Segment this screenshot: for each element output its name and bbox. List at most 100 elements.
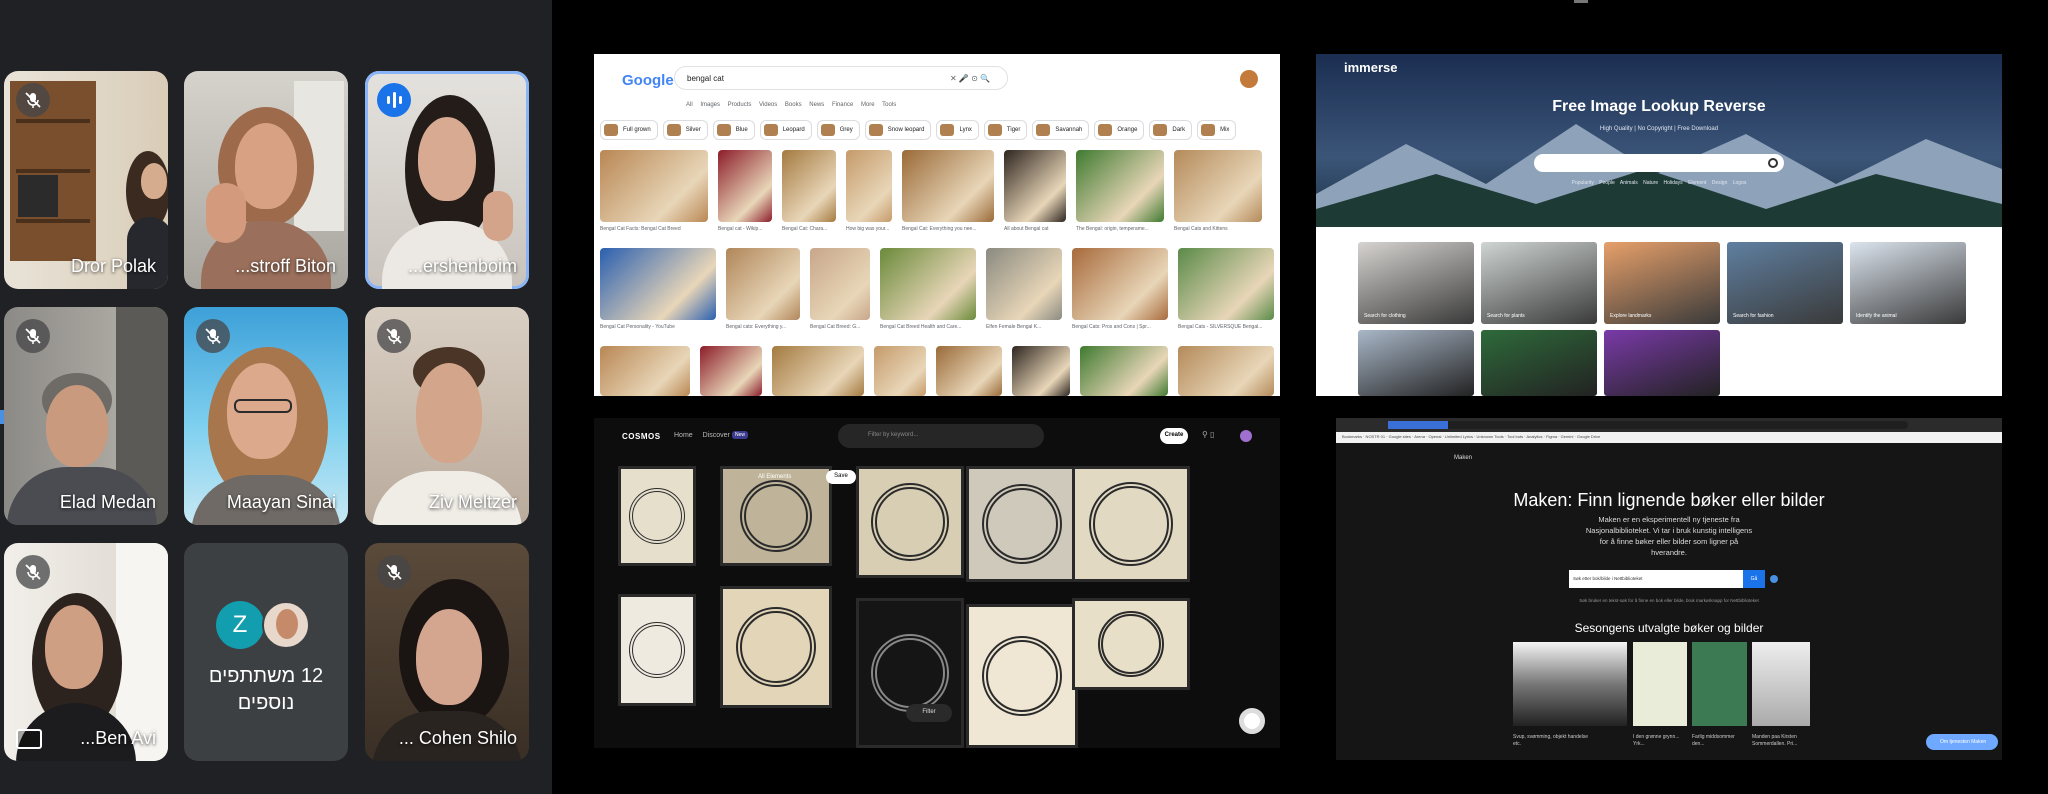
sample-image[interactable] — [1481, 330, 1597, 396]
filter-button[interactable]: Filter — [906, 704, 952, 722]
image-result[interactable] — [1178, 346, 1274, 396]
about-service-button[interactable]: Om tjenesten Maken — [1926, 734, 1998, 750]
immerse-search-input[interactable] — [1534, 154, 1784, 172]
top-handle[interactable] — [1574, 0, 1588, 3]
image-result[interactable] — [1072, 248, 1168, 320]
cosmos-element[interactable] — [856, 598, 964, 748]
participant-tile-ershenboim[interactable]: ...ershenboim — [365, 71, 529, 289]
search-icon[interactable] — [1768, 158, 1778, 168]
image-result[interactable] — [1178, 248, 1274, 320]
featured-photo[interactable] — [1752, 642, 1810, 726]
image-result[interactable] — [1076, 150, 1164, 222]
filter-chip[interactable]: Snow leopard — [864, 120, 932, 140]
category-tags[interactable]: Popularity People Animals Nature Holiday… — [1316, 180, 2002, 186]
image-result[interactable] — [600, 150, 708, 222]
info-icon[interactable] — [1770, 575, 1778, 583]
image-result[interactable] — [772, 346, 864, 396]
sample-image[interactable]: Search for fashion — [1727, 242, 1843, 324]
cosmos-element[interactable] — [618, 594, 696, 706]
image-result[interactable] — [600, 346, 690, 396]
featured-caption: I den grønne grynn... Yrk... — [1633, 734, 1680, 747]
browser-address-bar[interactable] — [1336, 418, 2002, 432]
image-caption: Bengal Cat Breed: G... — [810, 324, 861, 330]
participant-tile-elad-medan[interactable]: Elad Medan — [4, 307, 168, 525]
maken-logo: Maken — [1454, 455, 1473, 461]
filter-input[interactable]: Filter by keyword... — [838, 424, 1044, 448]
bookmarks-bar[interactable]: Bookmarks · NOSTR 01 · Google sites · Ar… — [1336, 432, 2002, 443]
cosmos-element[interactable] — [856, 466, 964, 578]
go-button[interactable]: Gå — [1743, 570, 1765, 588]
image-result[interactable] — [874, 346, 926, 396]
image-result[interactable] — [986, 248, 1062, 320]
image-result[interactable] — [726, 248, 800, 320]
filter-chip[interactable]: Orange — [1094, 120, 1145, 140]
image-result[interactable] — [700, 346, 762, 396]
featured-book-cover[interactable] — [1692, 642, 1747, 726]
image-result[interactable] — [1080, 346, 1168, 396]
cosmos-element[interactable] — [618, 466, 696, 566]
sample-image[interactable]: Identify the animal — [1850, 242, 1966, 324]
participant-tile-cohen-shilo[interactable]: ... Cohen Shilo — [365, 543, 529, 761]
cosmos-element[interactable] — [720, 466, 832, 566]
participant-grid: Dror Polak ...stroff Biton ...ershenboim — [0, 0, 552, 794]
filter-chip[interactable]: Savannah — [1032, 120, 1090, 140]
image-result[interactable] — [1174, 150, 1262, 222]
cosmos-nav[interactable]: Home Discover — [674, 432, 730, 439]
all-elements-label[interactable]: All Elements — [758, 474, 791, 480]
image-result[interactable] — [1004, 150, 1066, 222]
account-avatar[interactable] — [1240, 70, 1258, 88]
filter-chip[interactable]: Leopard — [759, 120, 812, 140]
image-result[interactable] — [810, 248, 870, 320]
maken-search-input[interactable]: Søk etter bok/bilde i Nettbiblioteket — [1569, 570, 1743, 588]
filter-chip[interactable]: Silver — [662, 120, 708, 140]
image-result[interactable] — [846, 150, 892, 222]
filter-chip[interactable]: Mix — [1197, 120, 1237, 140]
save-button[interactable]: Save — [826, 470, 856, 484]
image-caption: Bengal Cat Personality - YouTube — [600, 324, 675, 330]
cosmos-element[interactable] — [966, 466, 1078, 582]
participant-tile-ben-avi[interactable]: ...Ben Avi — [4, 543, 168, 761]
cosmos-element[interactable] — [966, 604, 1078, 748]
side-handle[interactable] — [0, 410, 4, 424]
more-participants-tile[interactable]: Z 12 משתתפים נוספים — [184, 543, 348, 761]
sample-image[interactable]: Search for clothing — [1358, 242, 1474, 324]
participant-tile-ziv-meltzer[interactable]: Ziv Meltzer — [365, 307, 529, 525]
featured-book-cover[interactable] — [1633, 642, 1687, 726]
image-result[interactable] — [880, 248, 976, 320]
settings-button[interactable] — [1239, 708, 1265, 734]
toolbar-icons[interactable]: ⚲ ▯ — [1202, 430, 1214, 439]
featured-caption: Manden paa Kirsten Sommerdallen. Pri... — [1752, 734, 1798, 747]
image-result[interactable] — [782, 150, 836, 222]
image-caption: Bengal Cats - SILVERSQUE Bengal... — [1178, 324, 1263, 330]
picture-in-picture-icon[interactable] — [16, 729, 42, 749]
participant-name: Maayan Sinai — [226, 492, 336, 512]
image-result[interactable] — [1012, 346, 1070, 396]
participant-tile-maayan-sinai[interactable]: Maayan Sinai — [184, 307, 348, 525]
sample-image[interactable]: Search for plants — [1481, 242, 1597, 324]
cosmos-element[interactable] — [1072, 466, 1190, 582]
profile-avatar[interactable] — [1240, 430, 1252, 442]
sample-image[interactable]: Explore landmarks — [1604, 242, 1720, 324]
participant-name: Dror Polak — [70, 256, 156, 276]
filter-chip[interactable]: Full grown — [600, 120, 658, 140]
cosmos-element[interactable] — [1072, 598, 1190, 690]
sample-image[interactable] — [1358, 330, 1474, 396]
participant-tile-biton[interactable]: ...stroff Biton — [184, 71, 348, 289]
image-result[interactable] — [902, 150, 994, 222]
image-result[interactable] — [600, 248, 716, 320]
filter-chip[interactable]: Tiger — [983, 120, 1028, 140]
participant-tile-dror-polak[interactable]: Dror Polak — [4, 71, 168, 289]
create-button[interactable]: Create — [1160, 428, 1188, 444]
filter-chip[interactable]: Lynx — [936, 120, 979, 140]
sample-image[interactable] — [1604, 330, 1720, 396]
participant-name: ... Cohen Shilo — [398, 728, 517, 748]
cosmos-element[interactable] — [720, 586, 832, 708]
filter-chip[interactable]: Grey — [816, 120, 860, 140]
search-tools-icons[interactable]: ✕ 🎤 ⊙ 🔍 — [950, 74, 990, 83]
filter-chip[interactable]: Dark — [1149, 120, 1193, 140]
image-result[interactable] — [718, 150, 772, 222]
featured-photo[interactable] — [1513, 642, 1627, 726]
image-result[interactable] — [936, 346, 1002, 396]
filter-chip[interactable]: Blue — [712, 120, 755, 140]
google-tabs[interactable]: All Images Products Videos Books News Fi… — [686, 102, 896, 108]
